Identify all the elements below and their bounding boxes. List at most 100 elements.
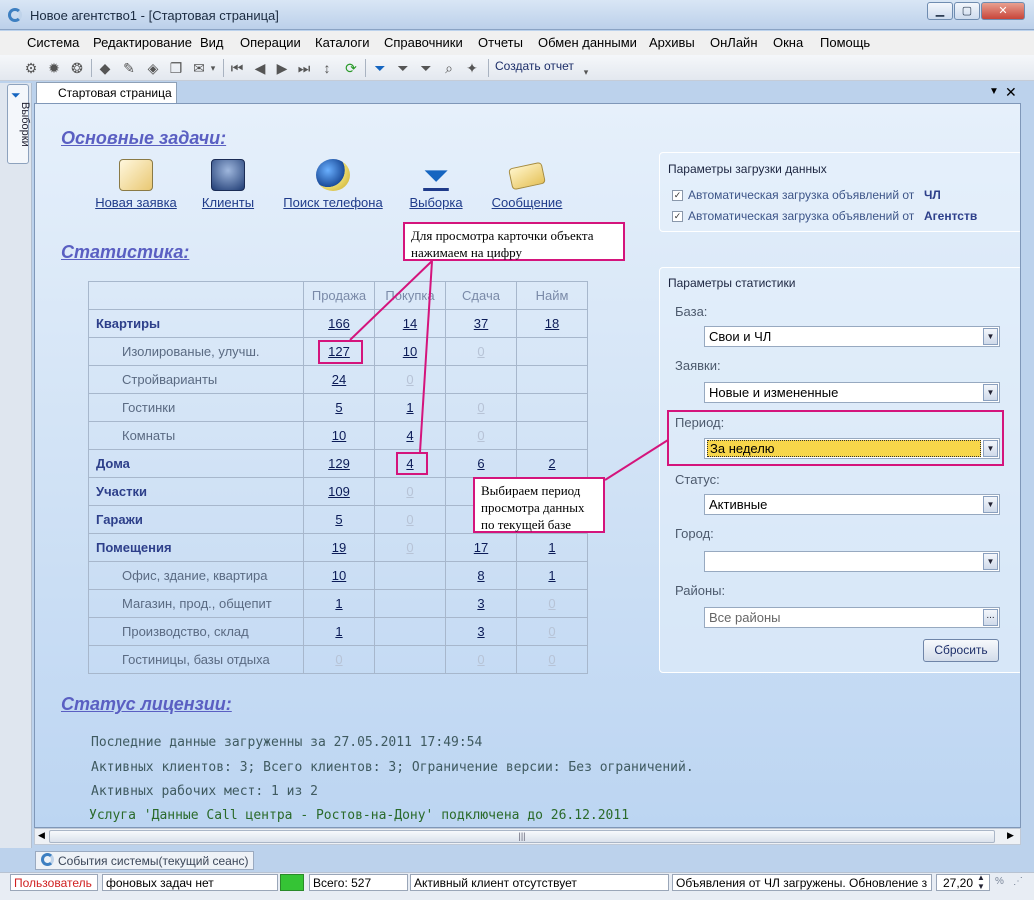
menu-view[interactable]: Вид — [200, 35, 224, 50]
create-report-button[interactable]: Создать отчет — [495, 59, 574, 73]
count-link[interactable]: 0 — [548, 624, 555, 639]
menu-data-exchange[interactable]: Обмен данными — [538, 35, 637, 50]
minimize-button[interactable]: ▁ — [927, 2, 953, 20]
menu-catalogs[interactable]: Каталоги — [315, 35, 370, 50]
wizard-icon[interactable]: ✦ — [463, 59, 481, 77]
scroll-left-icon[interactable]: ◀ — [38, 830, 45, 841]
task-new-request[interactable]: Новая заявка — [92, 159, 180, 210]
count-link[interactable]: 109 — [328, 484, 350, 499]
horizontal-scrollbar[interactable]: ◀ ||| ▶ — [34, 828, 1021, 845]
count-link[interactable]: 37 — [474, 316, 488, 331]
menu-archives[interactable]: Архивы — [649, 35, 695, 50]
auto-load-private-checkbox[interactable]: ✓ — [672, 190, 683, 201]
sort-icon[interactable]: ↕ — [318, 59, 336, 77]
book-icon[interactable]: ◆ — [96, 59, 114, 77]
count-link[interactable]: 1 — [335, 596, 342, 611]
task-selection[interactable]: ⏷ Выборка — [407, 159, 465, 210]
chevron-down-icon[interactable]: ▼ — [983, 553, 998, 570]
count-link[interactable]: 0 — [335, 652, 342, 667]
count-link[interactable]: 1 — [335, 624, 342, 639]
chevron-down-icon[interactable]: ▾ — [208, 59, 218, 77]
copy-icon[interactable]: ❐ — [167, 59, 185, 77]
tool3-icon[interactable]: ❂ — [68, 59, 86, 77]
count-link[interactable]: 3 — [477, 596, 484, 611]
tabs-dropdown-icon[interactable]: ▼ — [989, 86, 999, 97]
count-link[interactable]: 0 — [477, 428, 484, 443]
count-link[interactable]: 0 — [406, 512, 413, 527]
menu-system[interactable]: Система — [27, 35, 79, 50]
tag-icon[interactable]: ◈ — [144, 59, 162, 77]
stamp-icon[interactable]: ✉ — [190, 59, 208, 77]
ellipsis-icon[interactable]: ... — [983, 609, 998, 626]
count-link[interactable]: 24 — [332, 372, 346, 387]
reset-button[interactable]: Сбросить — [923, 639, 999, 662]
count-link[interactable]: 17 — [474, 540, 488, 555]
count-link[interactable]: 166 — [328, 316, 350, 331]
count-link[interactable]: 0 — [406, 540, 413, 555]
auto-load-agencies-checkbox[interactable]: ✓ — [672, 211, 683, 222]
count-link[interactable]: 18 — [545, 316, 559, 331]
edit-icon[interactable]: ✎ — [120, 59, 138, 77]
count-link[interactable]: 0 — [477, 400, 484, 415]
count-link[interactable]: 3 — [477, 624, 484, 639]
count-link[interactable]: 4 — [406, 428, 413, 443]
filter-icon[interactable]: ⏷ — [371, 59, 389, 77]
count-link[interactable]: 5 — [335, 512, 342, 527]
count-link[interactable]: 0 — [548, 596, 555, 611]
binoculars-icon[interactable]: ⌕ — [440, 59, 458, 77]
resize-grip-icon[interactable]: ⋰ — [1013, 876, 1023, 887]
tab-start-page[interactable]: Стартовая страница — [36, 82, 177, 103]
count-link[interactable]: 2 — [548, 456, 555, 471]
tab-system-events[interactable]: События системы(текущий сеанс) — [35, 851, 254, 870]
first-record-icon[interactable]: ⏮ — [228, 59, 246, 77]
menu-edit[interactable]: Редактирование — [93, 35, 192, 50]
menu-reports[interactable]: Отчеты — [478, 35, 523, 50]
close-button[interactable]: ✕ — [981, 2, 1025, 20]
filter-edit-icon[interactable]: ⏷ — [417, 59, 435, 77]
count-link[interactable]: 1 — [406, 400, 413, 415]
count-link[interactable]: 10 — [332, 568, 346, 583]
count-link[interactable]: 0 — [406, 484, 413, 499]
scroll-right-icon[interactable]: ▶ — [1007, 830, 1014, 841]
count-link[interactable]: 19 — [332, 540, 346, 555]
task-clients[interactable]: Клиенты — [195, 159, 261, 210]
tool2-icon[interactable]: ✹ — [45, 59, 63, 77]
tool1-icon[interactable]: ⚙ — [22, 59, 40, 77]
count-link[interactable]: 0 — [477, 344, 484, 359]
next-record-icon[interactable]: ▶ — [273, 59, 291, 77]
task-phone-search[interactable]: Поиск телефона — [277, 159, 389, 210]
districts-field[interactable]: Все районы... — [704, 607, 1000, 628]
count-link[interactable]: 0 — [406, 372, 413, 387]
maximize-button[interactable]: ▢ — [954, 2, 980, 20]
status-select[interactable]: Активные ▼ — [704, 494, 1000, 515]
chevron-down-icon[interactable]: ▼ — [983, 328, 998, 345]
count-link[interactable]: 1 — [548, 540, 555, 555]
toolbar-overflow-icon[interactable]: ▾ — [580, 63, 592, 81]
scroll-thumb[interactable]: ||| — [49, 830, 995, 843]
menu-windows[interactable]: Окна — [773, 35, 803, 50]
city-select[interactable]: ▼ — [704, 551, 1000, 572]
base-select[interactable]: Свои и ЧЛ ▼ — [704, 326, 1000, 347]
menu-help[interactable]: Помощь — [820, 35, 870, 50]
refresh-icon[interactable]: ⟳ — [342, 59, 360, 77]
count-link[interactable]: 129 — [328, 456, 350, 471]
chevron-down-icon[interactable]: ▼ — [983, 384, 998, 401]
chevron-down-icon[interactable]: ▼ — [983, 496, 998, 513]
requests-select[interactable]: Новые и измененные ▼ — [704, 382, 1000, 403]
count-link[interactable]: 0 — [548, 652, 555, 667]
count-link[interactable]: 1 — [548, 568, 555, 583]
menu-references[interactable]: Справочники — [384, 35, 463, 50]
close-tab-icon[interactable]: ✕ — [1005, 84, 1017, 101]
prev-record-icon[interactable]: ◀ — [251, 59, 269, 77]
filter-clear-icon[interactable]: ⏷ — [394, 59, 412, 77]
count-link[interactable]: 10 — [403, 344, 417, 359]
count-link[interactable]: 8 — [477, 568, 484, 583]
count-link[interactable]: 6 — [477, 456, 484, 471]
zoom-spinner-icon[interactable]: ▲ ▼ — [977, 873, 985, 891]
count-link[interactable]: 14 — [403, 316, 417, 331]
last-record-icon[interactable]: ⏭ — [295, 59, 313, 77]
menu-online[interactable]: ОнЛайн — [710, 35, 758, 50]
task-message[interactable]: Сообщение — [487, 159, 567, 210]
count-link[interactable]: 0 — [477, 652, 484, 667]
count-link[interactable]: 10 — [332, 428, 346, 443]
